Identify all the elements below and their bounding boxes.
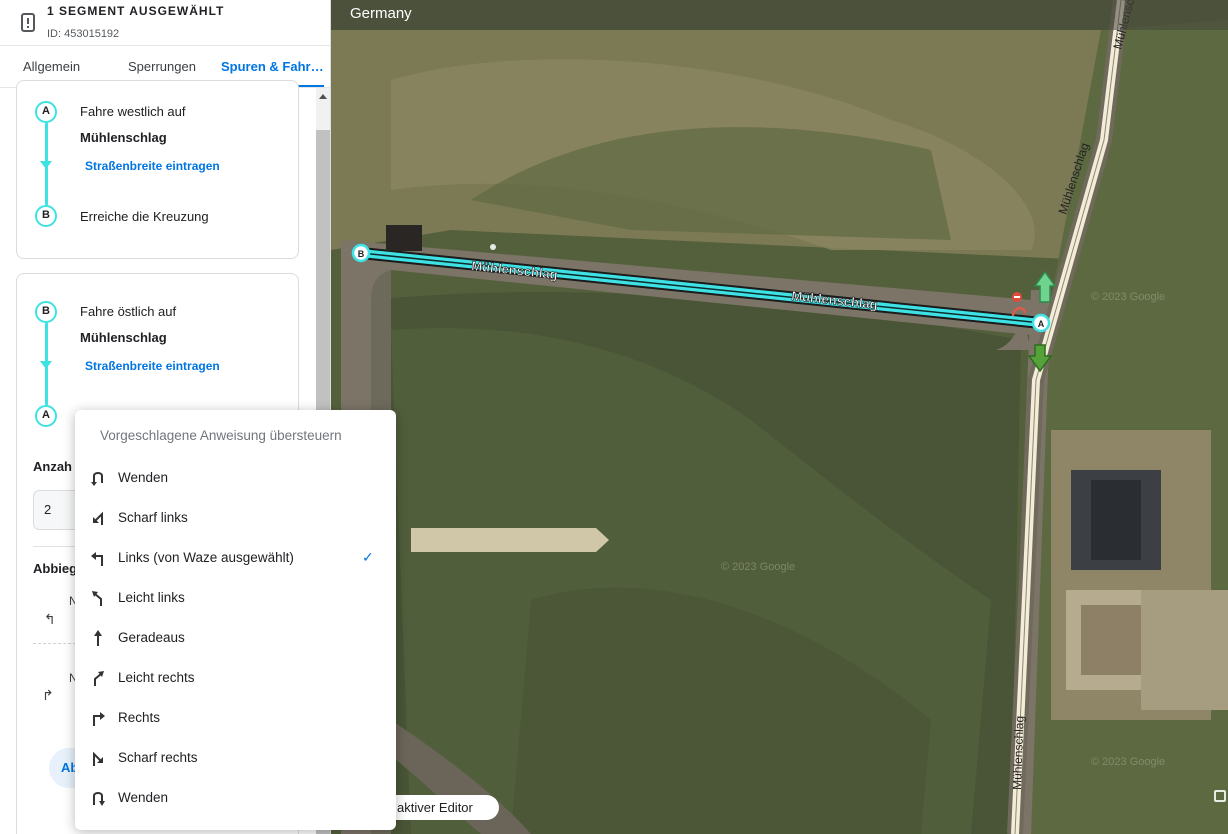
arrive-instruction: Erreiche die Kreuzung <box>80 209 209 224</box>
node-b-marker: B <box>35 205 57 227</box>
u-turn-right-icon <box>93 792 105 806</box>
satellite-map[interactable]: Mühlenschlag Mühlenschlag Mühlenschlag M… <box>331 0 1228 834</box>
menu-item-label: Leicht rechts <box>118 670 195 685</box>
direction-arrow-icon <box>40 161 52 169</box>
node-b-marker: B <box>35 301 57 323</box>
menu-item-u-turn-left[interactable]: Wenden <box>75 458 396 498</box>
map-top-bar: Germany <box>331 0 1228 30</box>
turn-right-icon: ↱ <box>42 687 54 703</box>
street-name: Mühlenschlag <box>80 330 167 345</box>
menu-item-label: Geradeaus <box>118 630 185 645</box>
turn-right-icon <box>93 712 105 726</box>
turn-left-icon: ↰ <box>44 611 56 627</box>
menu-item-label: Wenden <box>118 790 169 805</box>
selected-check-icon: ✓ <box>362 549 374 565</box>
country-label: Germany <box>350 5 412 22</box>
segment-title: 1 SEGMENT AUSGEWÄHLT <box>47 4 225 18</box>
menu-item-sharp-left[interactable]: Scharf links <box>75 498 396 538</box>
direction-card-a-b: A B Fahre westlich auf Mühlenschlag Stra… <box>16 80 299 259</box>
slight-left-icon <box>92 591 102 606</box>
lane-count-label: Anzah <box>33 459 72 474</box>
sharp-left-icon <box>93 511 103 525</box>
segment-id: ID: 453015192 <box>47 28 120 40</box>
drive-instruction: Fahre östlich auf <box>80 304 177 319</box>
menu-item-label: Wenden <box>118 470 169 485</box>
map-watermark: © 2023 Google <box>721 561 795 573</box>
menu-item-turn-left[interactable]: Links (von Waze ausgewählt) ✓ <box>75 538 396 578</box>
override-instruction-menu: Vorgeschlagene Anweisung übersteuern Wen… <box>75 410 396 830</box>
u-turn-left-icon <box>91 472 103 486</box>
street-name: Mühlenschlag <box>80 130 167 145</box>
enter-road-width-link[interactable]: Straßenbreite eintragen <box>85 159 220 173</box>
panel-header: 1 SEGMENT AUSGEWÄHLT ID: 453015192 <box>0 0 330 46</box>
node-a-map-marker[interactable]: A <box>1031 313 1051 333</box>
menu-item-u-turn-right[interactable]: Wenden <box>75 778 396 818</box>
node-a-marker: A <box>35 101 57 123</box>
turn-guidance-label: Abbieg <box>33 561 78 576</box>
map-watermark: © 2023 Google <box>1091 291 1165 303</box>
svg-text:A: A <box>1038 319 1045 329</box>
map-view[interactable]: Mühlenschlag Mühlenschlag Mühlenschlag M… <box>331 0 1228 834</box>
menu-item-label: Leicht links <box>118 590 185 605</box>
node-a-marker: A <box>35 405 57 427</box>
menu-item-sharp-right[interactable]: Scharf rechts <box>75 738 396 778</box>
enter-road-width-link[interactable]: Straßenbreite eintragen <box>85 359 220 373</box>
menu-item-slight-right[interactable]: Leicht rechts <box>75 658 396 698</box>
svg-text:B: B <box>358 249 365 259</box>
menu-header: Vorgeschlagene Anweisung übersteuern <box>100 428 342 443</box>
menu-item-label: Scharf rechts <box>118 750 198 765</box>
sharp-right-icon <box>93 751 103 766</box>
scroll-up-arrow-icon[interactable] <box>319 94 327 99</box>
direction-arrow-icon <box>40 361 52 369</box>
menu-item-straight[interactable]: Geradeaus <box>75 618 396 658</box>
segment-warning-icon <box>21 13 35 32</box>
turn-left-icon <box>91 552 103 566</box>
node-b-map-marker[interactable]: B <box>351 243 371 263</box>
menu-item-turn-right[interactable]: Rechts <box>75 698 396 738</box>
menu-item-label: Rechts <box>118 710 161 725</box>
map-watermark: © 2023 Google <box>1091 756 1165 768</box>
straight-icon <box>94 630 102 646</box>
fullscreen-icon[interactable] <box>1214 790 1226 802</box>
drive-instruction: Fahre westlich auf <box>80 104 186 119</box>
menu-item-label: Links (von Waze ausgewählt) <box>118 550 294 565</box>
street-label: Mühlenschlag <box>1010 716 1027 790</box>
menu-item-label: Scharf links <box>118 510 188 525</box>
slight-right-icon <box>94 671 104 686</box>
menu-item-slight-left[interactable]: Leicht links <box>75 578 396 618</box>
